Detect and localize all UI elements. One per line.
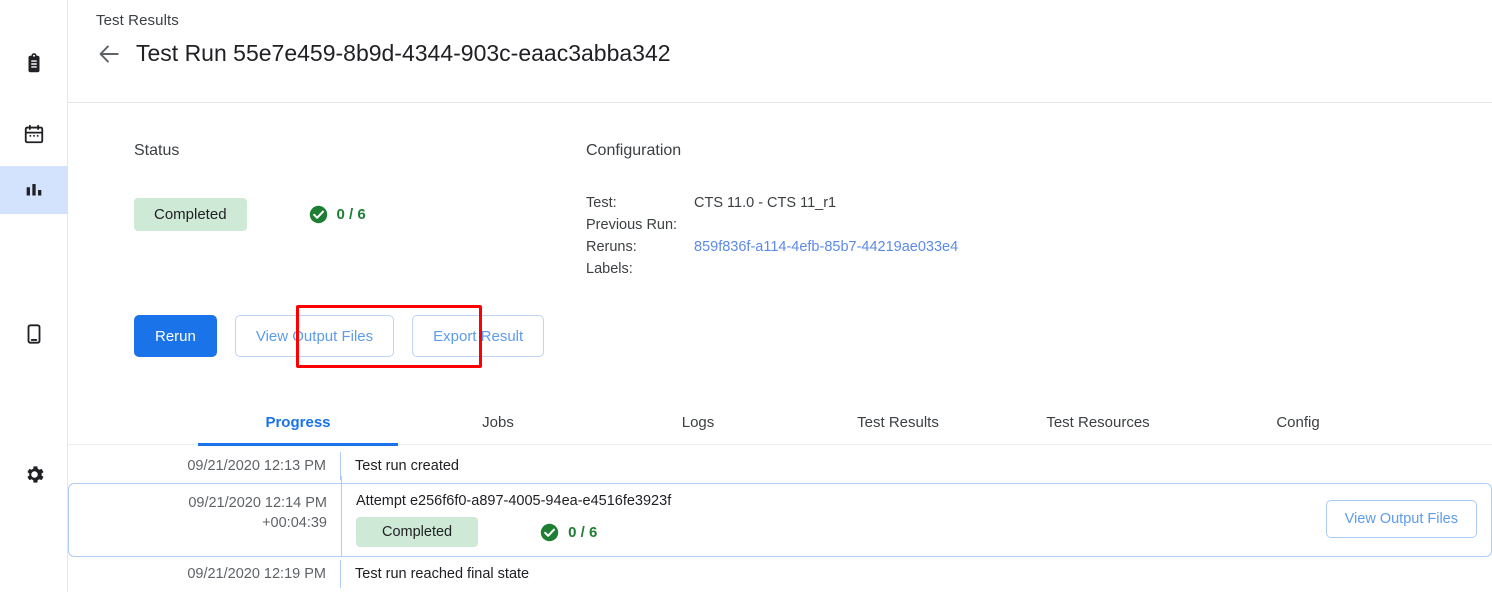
sidebar-item-calendar[interactable] [0,110,68,158]
configuration-section-label: Configuration [586,142,958,160]
tab-test-results[interactable]: Test Results [808,400,988,445]
timeline-timestamp: 09/21/2020 12:19 PM [68,566,340,582]
status-section: Status Completed 0 / 6 [134,142,366,231]
timeline-attempt-block: Attempt e256f6f0-a897-4005-94ea-e4516fe3… [342,492,1491,547]
sidebar-item-clipboard[interactable] [0,40,68,88]
timeline-text: Test run created [341,458,1492,474]
bar-chart-icon [23,179,45,201]
device-icon [23,323,45,345]
status-section-label: Status [134,142,366,160]
check-circle-icon [309,205,328,224]
config-value [694,260,958,282]
attempt-count-group: 0 / 6 [540,523,597,542]
config-row: Previous Run: [586,216,958,238]
check-circle-icon [540,523,559,542]
status-badge: Completed [134,198,247,231]
left-nav-sidebar [0,0,68,592]
tab-jobs[interactable]: Jobs [428,400,568,445]
config-row: Test: CTS 11.0 - CTS 11_r1 [586,194,958,216]
config-value: CTS 11.0 - CTS 11_r1 [694,194,958,216]
configuration-table: Test: CTS 11.0 - CTS 11_r1 Previous Run:… [586,194,958,282]
timeline-status-row: Completed 0 / 6 [356,517,1491,547]
rerun-button[interactable]: Rerun [134,315,217,357]
config-value [694,216,958,238]
config-value: 859f836f-a114-4efb-85b7-44219ae033e4 [694,238,958,260]
page-title-row: Test Run 55e7e459-8b9d-4344-903c-eaac3ab… [96,40,671,67]
timeline-text: Attempt e256f6f0-a897-4005-94ea-e4516fe3… [356,493,1491,509]
status-row: Completed 0 / 6 [134,198,366,231]
tab-bar: Progress Jobs Logs Test Results Test Res… [68,400,1492,445]
status-count: 0 / 6 [337,206,366,223]
tab-test-resources[interactable]: Test Resources [998,400,1198,445]
timeline-row-expanded[interactable]: 09/21/2020 12:14 PM +00:04:39 Attempt e2… [68,483,1492,557]
gear-icon [23,463,46,486]
config-key: Reruns: [586,238,694,260]
config-row: Reruns: 859f836f-a114-4efb-85b7-44219ae0… [586,238,958,260]
timeline-text: Test run reached final state [341,566,1492,582]
action-button-row: Rerun View Output Files Export Result [134,315,544,357]
header-divider [68,102,1492,103]
attempt-view-output-files-button[interactable]: View Output Files [1326,500,1477,538]
view-output-files-button[interactable]: View Output Files [235,315,394,357]
config-key: Test: [586,194,694,216]
page-title: Test Run 55e7e459-8b9d-4344-903c-eaac3ab… [136,40,671,67]
timeline-timestamp: 09/21/2020 12:14 PM [69,493,327,513]
timeline-timestamp: 09/21/2020 12:13 PM [68,458,340,474]
sidebar-item-settings[interactable] [0,450,68,498]
config-key: Previous Run: [586,216,694,238]
sidebar-item-device[interactable] [0,310,68,358]
app-root: Test Results Test Run 55e7e459-8b9d-4344… [0,0,1492,592]
sidebar-item-chart[interactable] [0,166,68,214]
main-content: Test Results Test Run 55e7e459-8b9d-4344… [68,0,1492,592]
attempt-count: 0 / 6 [568,524,597,541]
timeline-timestamp-group: 09/21/2020 12:14 PM +00:04:39 [69,492,341,533]
tab-config[interactable]: Config [1208,400,1388,445]
timeline-duration: +00:04:39 [69,513,327,533]
attempt-status-badge: Completed [356,517,478,547]
calendar-icon [23,123,45,145]
export-result-button[interactable]: Export Result [412,315,544,357]
breadcrumb[interactable]: Test Results [96,12,179,29]
rerun-link[interactable]: 859f836f-a114-4efb-85b7-44219ae033e4 [694,239,958,255]
configuration-section: Configuration Test: CTS 11.0 - CTS 11_r1… [586,142,958,282]
status-count-group: 0 / 6 [309,205,366,224]
timeline-row: 09/21/2020 12:19 PM Test run reached fin… [68,560,1492,588]
timeline-divider [341,476,342,557]
progress-timeline: 09/21/2020 12:13 PM Test run created 09/… [68,452,1492,588]
config-key: Labels: [586,260,694,282]
config-row: Labels: [586,260,958,282]
tab-progress[interactable]: Progress [198,400,398,445]
timeline-row: 09/21/2020 12:13 PM Test run created [68,452,1492,480]
tab-logs[interactable]: Logs [628,400,768,445]
clipboard-icon [23,53,45,75]
arrow-left-icon[interactable] [96,41,122,67]
